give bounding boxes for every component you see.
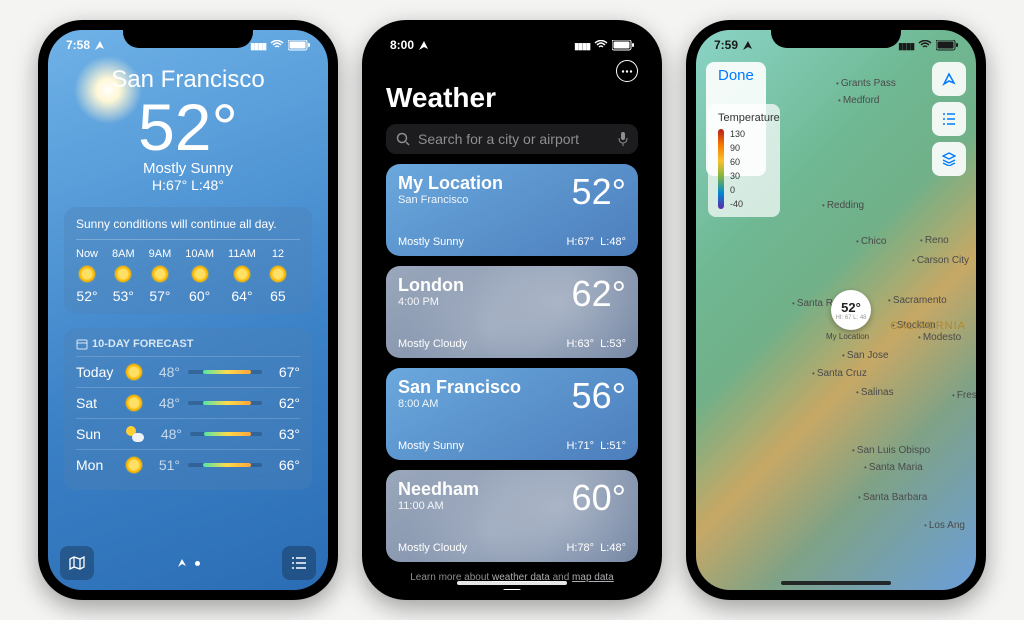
battery-icon <box>288 40 310 51</box>
search-placeholder: Search for a city or airport <box>418 131 579 147</box>
wifi-icon <box>594 40 608 50</box>
hourly-item: 1265 <box>270 248 286 304</box>
sun-icon <box>234 266 250 282</box>
daily-row[interactable]: Sun48°63° <box>76 418 300 449</box>
search-field[interactable]: Search for a city or airport <box>386 124 638 154</box>
map-city-label: Salinas <box>856 387 894 398</box>
more-button[interactable] <box>616 60 638 82</box>
map-button[interactable] <box>60 546 94 580</box>
sun-icon <box>270 266 286 282</box>
pin-label: My Location <box>826 332 869 341</box>
map-city-label: Modesto <box>918 332 961 343</box>
location-arrow-icon <box>418 40 429 51</box>
search-icon <box>396 132 410 146</box>
signal-icon <box>574 38 590 52</box>
map-city-label: Santa Barbara <box>858 492 927 503</box>
list-button[interactable] <box>282 546 316 580</box>
city-card[interactable]: London4:00 PM62°Mostly CloudyH:63° L:53° <box>386 266 638 358</box>
condition-text: Mostly Sunny <box>64 160 312 177</box>
status-bar: 7:58 <box>48 30 328 56</box>
locate-button[interactable] <box>932 62 966 96</box>
hourly-item: 9AM57° <box>149 248 172 304</box>
hourly-card[interactable]: Sunny conditions will continue all day. … <box>64 207 312 314</box>
daily-card[interactable]: 10-DAY FORECAST Today48°67°Sat48°62°Sun4… <box>64 328 312 490</box>
weather-channel-icon: TWC <box>503 589 521 590</box>
wifi-icon <box>918 40 932 50</box>
ellipsis-icon <box>621 70 633 73</box>
sun-icon <box>126 364 142 380</box>
mic-icon[interactable] <box>618 132 628 146</box>
layers-icon <box>942 152 956 166</box>
hourly-item: 8AM53° <box>112 248 135 304</box>
partly-cloudy-icon <box>126 426 144 442</box>
map-city-label: Santa Maria <box>864 462 923 473</box>
map-city-label: Chico <box>856 236 886 247</box>
map-city-label: San Luis Obispo <box>852 445 930 456</box>
state-label: CALIFORNIA <box>890 320 966 332</box>
signal-icon <box>250 38 266 52</box>
layers-button[interactable] <box>932 142 966 176</box>
map-city-label: Los Ang <box>924 520 965 531</box>
hourly-item: 10AM60° <box>185 248 214 304</box>
battery-icon <box>936 40 958 51</box>
phone-weather-list: 8:00 Weather Search for a city or airpor… <box>362 20 662 600</box>
map-icon <box>69 556 85 570</box>
sun-icon <box>115 266 131 282</box>
sun-icon <box>126 457 142 473</box>
current-temperature: 52° <box>64 94 312 160</box>
city-card[interactable]: Needham11:00 AM60°Mostly CloudyH:78° L:4… <box>386 470 638 562</box>
phone-weather-detail: 7:58 San Francisco 52° Mostly Sunny H:67… <box>38 20 338 600</box>
hourly-item: Now52° <box>76 248 98 304</box>
location-arrow-icon <box>94 40 105 51</box>
hourly-item: 11AM64° <box>228 248 256 304</box>
location-arrow-icon <box>942 72 956 86</box>
calendar-icon <box>76 338 88 350</box>
map-city-label: Fres <box>952 390 976 401</box>
sun-icon <box>152 266 168 282</box>
status-bar: 8:00 <box>372 30 652 56</box>
page-title: Weather <box>386 82 638 114</box>
map-data-link[interactable]: map data <box>572 572 614 583</box>
status-time: 7:59 <box>714 38 738 52</box>
sun-icon <box>126 395 142 411</box>
map-city-label: Santa Cruz <box>812 368 867 379</box>
location-arrow-icon <box>177 558 187 568</box>
phone-weather-map: 7:59 Done Temperature 1309060300-40 Gran… <box>686 20 986 600</box>
signal-icon <box>898 38 914 52</box>
city-card[interactable]: San Francisco8:00 AM56°Mostly SunnyH:71°… <box>386 368 638 460</box>
list-button[interactable] <box>932 102 966 136</box>
map-city-label: Carson City <box>912 255 969 266</box>
map-city-label: Sacramento <box>888 295 947 306</box>
status-time: 7:58 <box>66 38 90 52</box>
sun-icon <box>79 266 95 282</box>
wifi-icon <box>270 40 284 50</box>
status-bar: 7:59 <box>696 30 976 56</box>
sun-icon <box>192 266 208 282</box>
page-indicator[interactable] <box>177 558 200 568</box>
summary-text: Sunny conditions will continue all day. <box>76 217 300 240</box>
hi-lo-text: H:67° L:48° <box>64 177 312 193</box>
daily-row[interactable]: Mon51°66° <box>76 449 300 480</box>
battery-icon <box>612 40 634 51</box>
daily-row[interactable]: Today48°67° <box>76 356 300 387</box>
city-card[interactable]: My LocationSan Francisco52°Mostly SunnyH… <box>386 164 638 256</box>
status-time: 8:00 <box>390 38 414 52</box>
daily-row[interactable]: Sat48°62° <box>76 387 300 418</box>
map-city-label: Reno <box>920 235 949 246</box>
list-icon <box>942 113 956 125</box>
bottom-bar <box>60 546 316 580</box>
map-city-label: Redding <box>822 200 864 211</box>
location-pin[interactable]: 52° HI: 67 L: 48 <box>831 290 871 330</box>
location-arrow-icon <box>742 40 753 51</box>
home-indicator[interactable] <box>781 581 891 585</box>
temperature-legend: Temperature 1309060300-40 <box>708 104 780 217</box>
daily-header: 10-DAY FORECAST <box>76 338 300 350</box>
home-indicator[interactable] <box>457 581 567 585</box>
list-icon <box>291 557 307 569</box>
map-city-label: San Jose <box>842 350 889 361</box>
